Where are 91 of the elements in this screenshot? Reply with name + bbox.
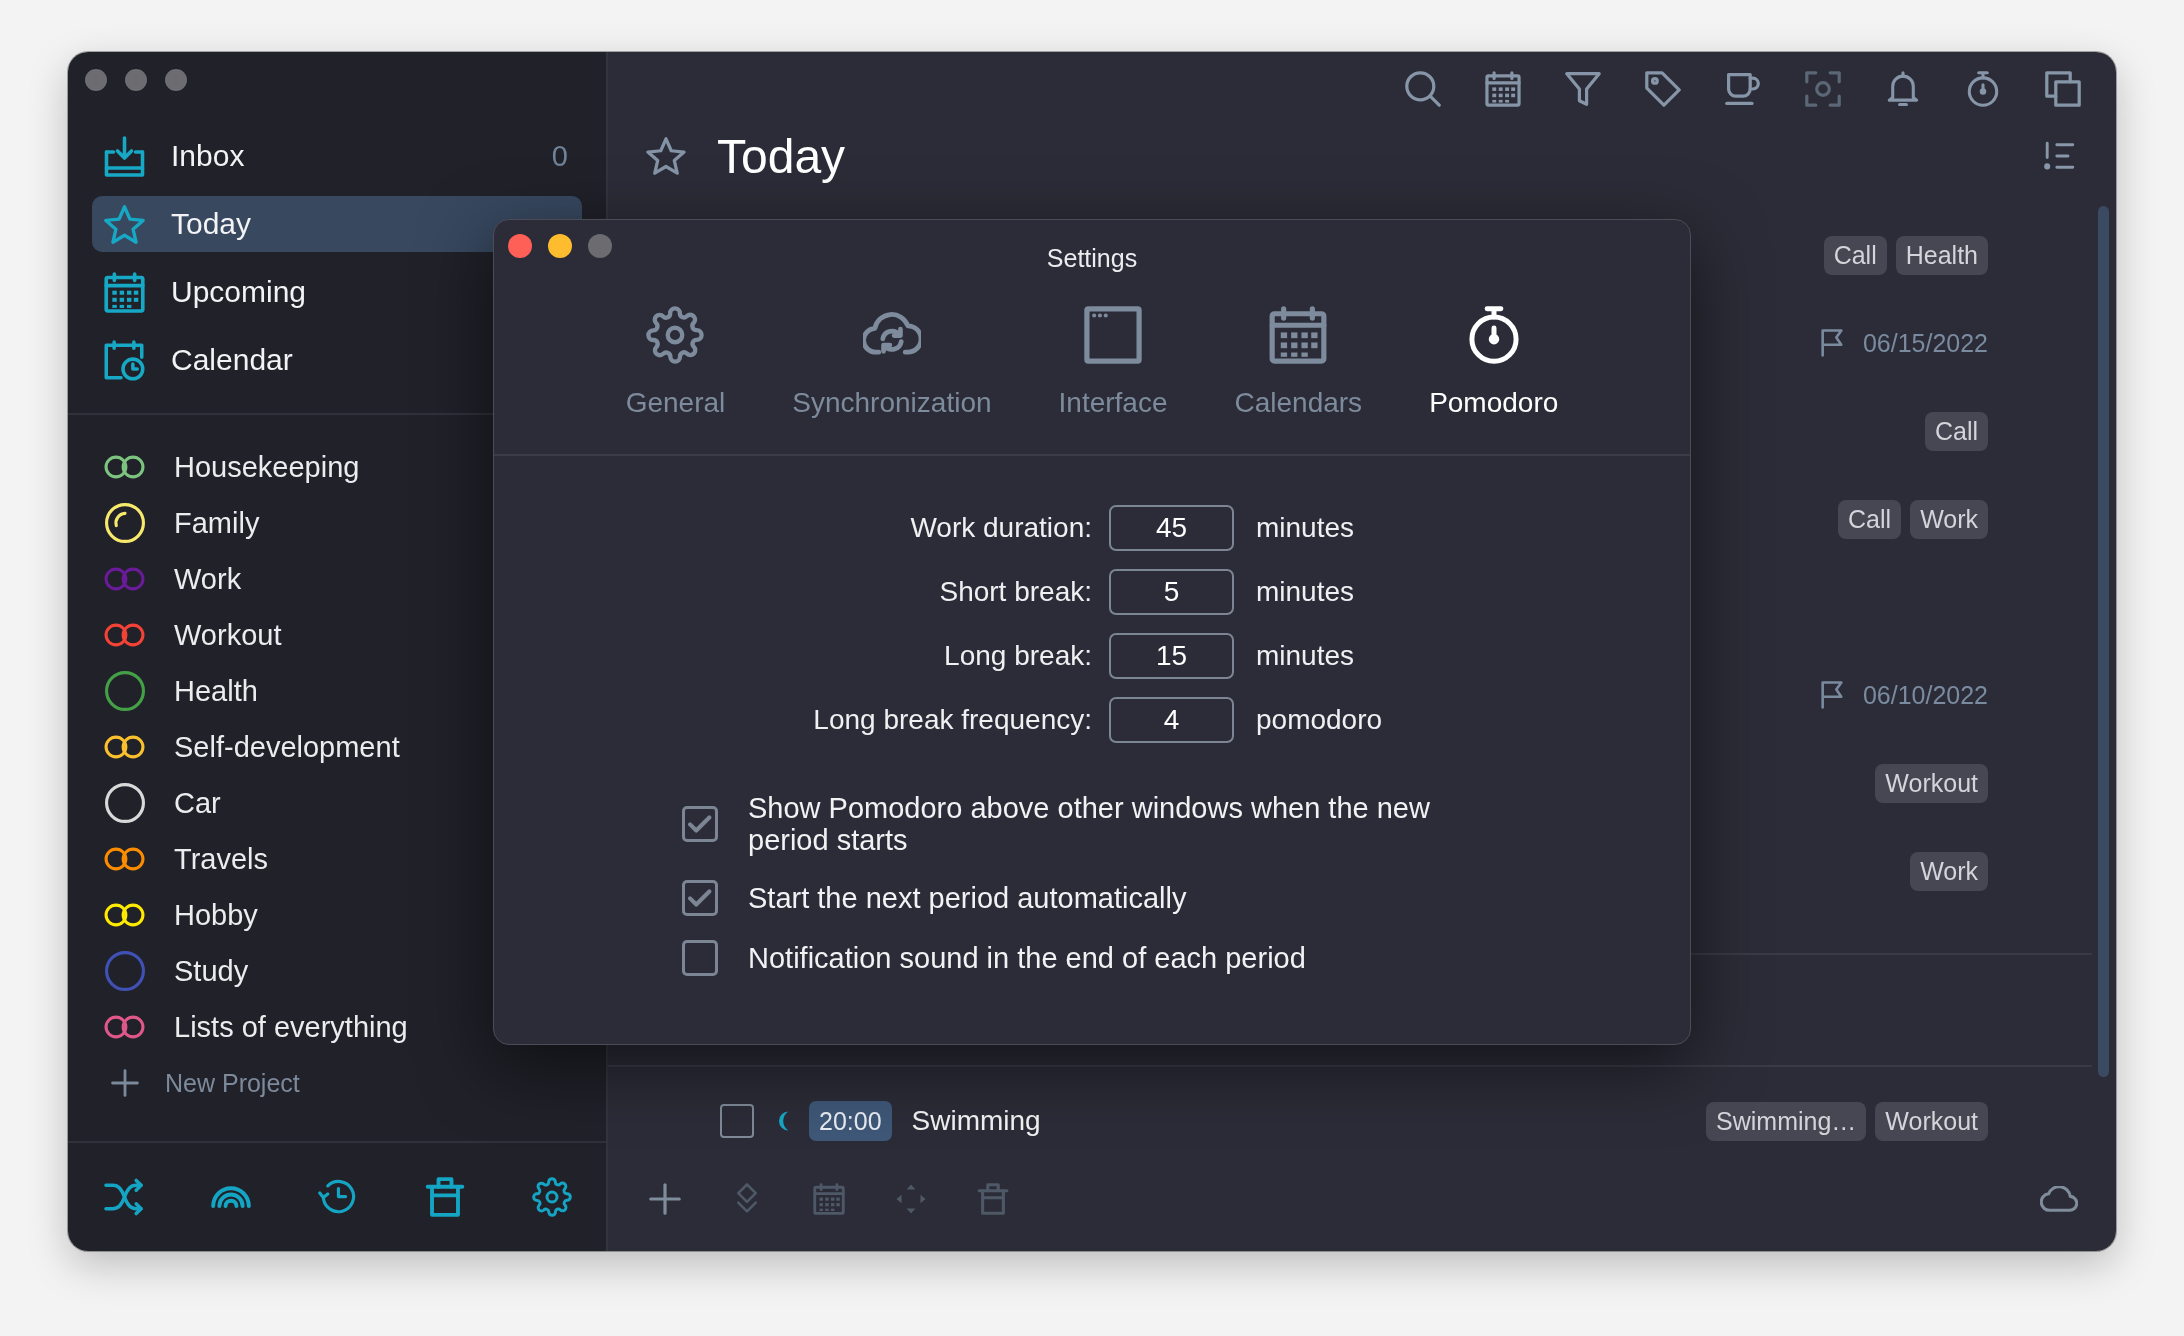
project-item[interactable]: Travels: [104, 831, 606, 887]
unit-label: minutes: [1256, 640, 1356, 672]
zoom-icon[interactable]: [588, 234, 612, 258]
task-checkbox[interactable]: [720, 1104, 754, 1138]
settings-tab[interactable]: Pomodoro: [1429, 306, 1559, 420]
bell-icon[interactable]: [1885, 71, 1921, 107]
project-item[interactable]: Workout: [104, 607, 606, 663]
filter-icon[interactable]: [1565, 71, 1601, 107]
checkbox[interactable]: [682, 940, 718, 976]
settings-tab[interactable]: Calendars: [1234, 306, 1363, 420]
window-icon: [1084, 306, 1142, 364]
settings-tab[interactable]: Interface: [1058, 306, 1168, 420]
due-date: 06/10/2022: [1862, 680, 1988, 710]
flag-icon: [1819, 681, 1844, 709]
plus-icon[interactable]: [649, 1183, 681, 1215]
shuffle-icon[interactable]: [104, 1177, 144, 1217]
sidebar-item[interactable]: Inbox 0: [92, 128, 582, 184]
project-item[interactable]: Hobby: [104, 887, 606, 943]
project-item[interactable]: Housekeeping: [104, 439, 606, 495]
task-tag: Work: [1910, 851, 1988, 891]
flag-icon: [1819, 329, 1844, 357]
project-item[interactable]: Work: [104, 551, 606, 607]
tag-icon[interactable]: [1645, 71, 1681, 107]
stopwatch-icon[interactable]: [1965, 71, 2001, 107]
settings-tab[interactable]: General: [625, 306, 726, 420]
task-time: 20:00: [809, 1101, 892, 1141]
option-label: Start the next period automatically: [748, 882, 1187, 914]
gear-icon: [646, 306, 705, 364]
close-icon[interactable]: [85, 69, 107, 91]
field-label: Short break:: [938, 576, 1092, 608]
scrollbar[interactable]: [2098, 206, 2109, 1077]
sort-icon[interactable]: [2044, 141, 2076, 171]
plus-icon: [111, 1069, 139, 1097]
task-title[interactable]: Swimming: [911, 1105, 1041, 1137]
new-project-button[interactable]: New Project: [104, 1055, 300, 1111]
minimize-icon[interactable]: [548, 234, 572, 258]
task-tag: Workout: [1875, 1101, 1988, 1141]
unit-label: minutes: [1256, 512, 1356, 544]
task-tag: Call: [1838, 499, 1902, 539]
number-field[interactable]: 15: [1109, 633, 1234, 679]
cup-icon[interactable]: [1725, 71, 1761, 107]
calendar-icon: [104, 271, 145, 313]
number-field[interactable]: 4: [1109, 697, 1234, 743]
inbox-icon: [104, 135, 145, 177]
field-label: Long break frequency:: [812, 704, 1092, 736]
task-tag: Health: [1895, 235, 1988, 275]
copy-icon[interactable]: [2045, 71, 2081, 107]
unit-label: pomodoro: [1256, 704, 1384, 736]
unit-label: minutes: [1256, 576, 1356, 608]
number-field[interactable]: 5: [1109, 569, 1234, 615]
item-count: 0: [551, 139, 568, 173]
task-tag: Swimming…: [1706, 1101, 1867, 1141]
calendar-icon: [1269, 306, 1328, 364]
search-icon[interactable]: [1405, 71, 1441, 107]
dialog-title: Settings: [1046, 243, 1138, 274]
sidebar-item[interactable]: Today: [92, 196, 582, 252]
checkbox[interactable]: [682, 880, 718, 916]
page-title: Today: [717, 128, 846, 184]
star-icon: [104, 203, 145, 245]
close-icon[interactable]: [508, 234, 532, 258]
calendar-clock-icon: [104, 339, 145, 381]
project-item[interactable]: Lists of everything: [104, 999, 606, 1055]
task-tag: Call: [1924, 411, 1988, 451]
task-tag: Workout: [1875, 763, 1988, 803]
cloud-icon[interactable]: [2040, 1186, 2078, 1212]
number-field[interactable]: 45: [1109, 505, 1234, 551]
star-icon: [646, 137, 686, 175]
sidebar-item[interactable]: Calendar: [92, 332, 582, 388]
project-item[interactable]: Self-development: [104, 719, 606, 775]
option-label: Show Pomodoro above other windows when the new period starts: [748, 792, 1431, 856]
option-label: Notification sound in the end of each period: [748, 942, 1306, 974]
field-label: Work duration:: [909, 512, 1092, 544]
focus-icon[interactable]: [1805, 71, 1841, 107]
sidebar-item[interactable]: Upcoming: [92, 264, 582, 320]
zoom-icon[interactable]: [165, 69, 187, 91]
due-date: 06/15/2022: [1862, 328, 1988, 358]
project-item[interactable]: Health: [104, 663, 606, 719]
checkmark-icon: [688, 886, 712, 910]
calendar-icon[interactable]: [1485, 71, 1521, 107]
task-tag: Work: [1910, 499, 1988, 539]
checkbox[interactable]: [682, 806, 718, 842]
project-item[interactable]: Study: [104, 943, 606, 999]
settings-icon[interactable]: [532, 1177, 572, 1217]
project-item[interactable]: Car: [104, 775, 606, 831]
field-label: Long break:: [943, 640, 1092, 672]
settings-tab[interactable]: Synchronization: [792, 306, 992, 420]
trash-icon[interactable]: [425, 1177, 465, 1217]
project-item[interactable]: Family: [104, 495, 606, 551]
checkmark-icon: [688, 812, 712, 836]
moon-icon: [778, 1111, 790, 1131]
task-tag: Call: [1823, 235, 1887, 275]
